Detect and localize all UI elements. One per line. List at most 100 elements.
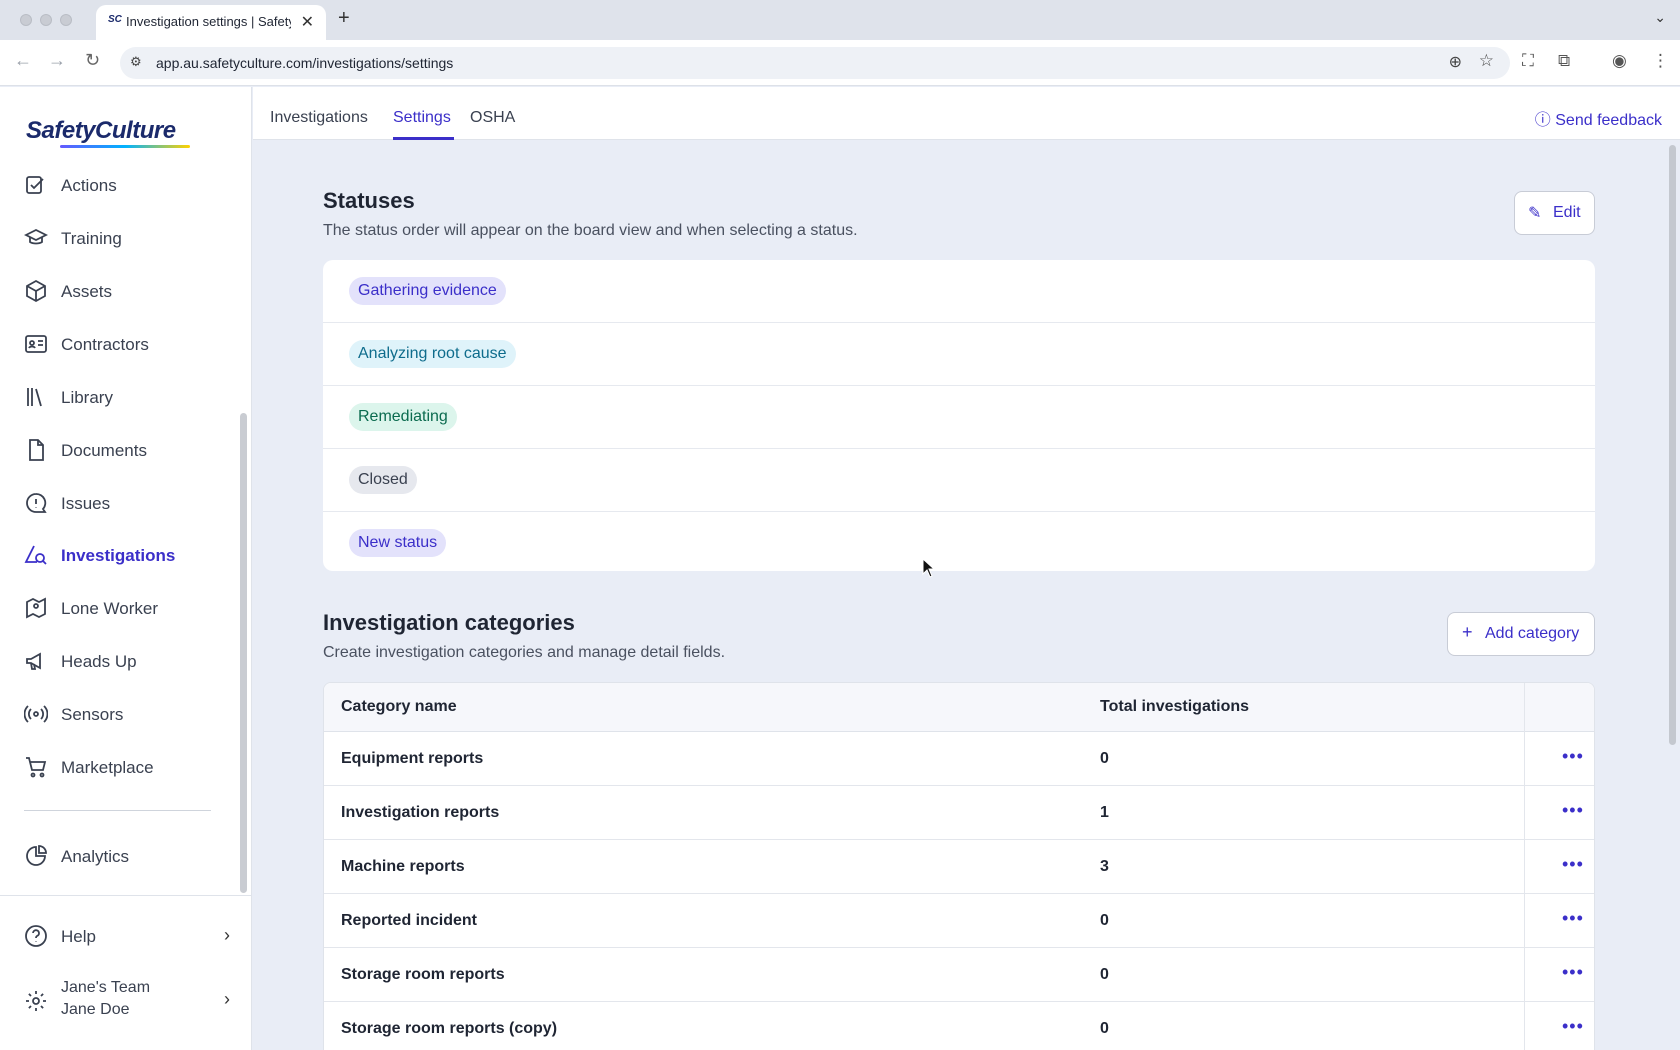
table-row[interactable]: Storage room reports 0 ••• <box>324 948 1594 1002</box>
sidebar-item-label: Lone Worker <box>61 599 159 618</box>
edit-statuses-button[interactable]: ✎ Edit <box>1514 191 1595 235</box>
more-horizontal-icon[interactable]: ••• <box>1562 962 1584 983</box>
sidebar-item-investigations[interactable]: Investigations <box>0 533 238 577</box>
browser-toolbar: ← → ↻ ⚙ app.au.safetyculture.com/investi… <box>0 40 1680 86</box>
id-card-icon <box>25 335 47 353</box>
sidebar-item-label: Assets <box>61 282 113 301</box>
browser-menu-icon[interactable]: ⋮ <box>1652 51 1669 71</box>
status-pill: Closed <box>349 466 417 494</box>
team-name: Jane's Team <box>61 979 151 996</box>
more-horizontal-icon[interactable]: ••• <box>1562 854 1584 875</box>
category-name: Reported incident <box>341 912 478 929</box>
browser-tab-title: Investigation settings | Safety <box>126 14 291 29</box>
add-category-label: Add category <box>1485 625 1580 642</box>
sidebar-item-label: Analytics <box>61 847 130 866</box>
sidebar-item-label: Sensors <box>61 705 124 724</box>
sidebar-item-actions[interactable]: Actions <box>0 163 238 207</box>
sidebar-item-training[interactable]: Training <box>0 216 238 260</box>
document-icon <box>29 439 44 461</box>
tab-osha[interactable]: OSHA <box>470 109 515 127</box>
send-feedback-link[interactable]: ⓘ Send feedback <box>1535 106 1662 130</box>
categories-title: Investigation categories <box>323 610 575 635</box>
status-row[interactable]: Closed <box>323 449 1595 512</box>
more-horizontal-icon[interactable]: ••• <box>1562 746 1584 767</box>
cart-icon <box>26 757 47 778</box>
column-header-category-name[interactable]: Category name <box>341 698 457 716</box>
more-horizontal-icon[interactable]: ••• <box>1562 1016 1584 1037</box>
statuses-title: Statuses <box>323 188 415 213</box>
active-tab-indicator <box>393 137 454 140</box>
help-label: Help <box>61 927 96 946</box>
window-minimize-dot[interactable] <box>40 14 52 26</box>
category-name: Investigation reports <box>341 804 500 821</box>
window-maximize-dot[interactable] <box>60 14 72 26</box>
status-row[interactable]: Analyzing root cause <box>323 323 1595 386</box>
bookmark-star-icon[interactable]: ☆ <box>1479 51 1494 71</box>
sidebar-item-account[interactable]: Jane's Team Jane Doe › <box>0 971 251 1031</box>
reload-icon[interactable]: ↻ <box>85 50 100 71</box>
back-arrow-icon[interactable]: ← <box>14 50 32 71</box>
status-row[interactable]: New status <box>323 512 1595 575</box>
add-category-button[interactable]: + Add category <box>1447 612 1595 656</box>
plus-icon: + <box>1462 622 1473 642</box>
more-horizontal-icon[interactable]: ••• <box>1562 908 1584 929</box>
forward-arrow-icon[interactable]: → <box>48 50 66 71</box>
pie-chart-icon <box>26 845 47 866</box>
main-scrollbar[interactable] <box>1669 145 1676 745</box>
table-row[interactable]: Equipment reports 0 ••• <box>324 732 1594 786</box>
sidebar-item-heads-up[interactable]: Heads Up <box>0 639 238 683</box>
sidebar-bottom-divider <box>0 895 251 896</box>
url-text[interactable]: app.au.safetyculture.com/investigations/… <box>156 55 453 71</box>
status-row[interactable]: Gathering evidence <box>323 260 1595 323</box>
sidebar-item-issues[interactable]: Issues <box>0 481 238 525</box>
sidebar: SafetyCulture Actions Training Assets Co… <box>0 87 252 1050</box>
tab-close-icon[interactable]: ✕ <box>301 12 314 32</box>
sidebar-item-library[interactable]: Library <box>0 375 238 419</box>
table-row[interactable]: Reported incident 0 ••• <box>324 894 1594 948</box>
status-pill: Gathering evidence <box>349 277 506 305</box>
zoom-icon[interactable]: ⊕ <box>1449 52 1462 72</box>
browser-tab[interactable]: SC Investigation settings | Safety ✕ <box>96 5 326 40</box>
sidebar-item-contractors[interactable]: Contractors <box>0 322 238 366</box>
sidebar-item-sensors[interactable]: Sensors <box>0 692 238 736</box>
sidebar-item-assets[interactable]: Assets <box>0 269 238 313</box>
category-total: 0 <box>1100 912 1109 929</box>
screenshot-icon[interactable]: ⛶ <box>1522 51 1534 71</box>
category-name: Machine reports <box>341 858 465 875</box>
tab-search-chevron-icon[interactable]: ⌄ <box>1654 9 1666 26</box>
window-close-dot[interactable] <box>20 14 32 26</box>
safetyculture-logo[interactable]: SafetyCulture <box>26 117 176 145</box>
new-tab-plus-icon[interactable]: + <box>338 7 350 30</box>
status-row[interactable]: Remediating <box>323 386 1595 449</box>
sidebar-item-help[interactable]: Help › <box>0 914 251 958</box>
sidebar-item-label: Marketplace <box>61 758 154 777</box>
site-settings-icon[interactable]: ⚙ <box>130 54 142 70</box>
address-bar[interactable]: ⚙ app.au.safetyculture.com/investigation… <box>120 47 1510 79</box>
tab-investigations[interactable]: Investigations <box>270 109 368 127</box>
main-content: Statuses The status order will appear on… <box>253 141 1668 1050</box>
sidebar-item-analytics[interactable]: Analytics <box>0 834 238 878</box>
table-row[interactable]: Investigation reports 1 ••• <box>324 786 1594 840</box>
tab-settings[interactable]: Settings <box>393 109 451 127</box>
books-icon <box>27 388 42 407</box>
sidebar-item-marketplace[interactable]: Marketplace <box>0 745 238 789</box>
column-separator <box>1524 683 1525 1050</box>
more-horizontal-icon[interactable]: ••• <box>1562 800 1584 821</box>
megaphone-icon <box>26 652 41 670</box>
sensor-icon <box>24 705 48 723</box>
alert-bubble-icon <box>26 493 47 513</box>
graduation-cap-icon <box>24 228 48 245</box>
table-header: Category name Total investigations <box>324 683 1594 732</box>
table-row[interactable]: Machine reports 3 ••• <box>324 840 1594 894</box>
column-header-total-investigations[interactable]: Total investigations <box>1100 698 1249 716</box>
chevron-right-icon: › <box>224 989 230 1009</box>
statuses-description: The status order will appear on the boar… <box>323 222 858 239</box>
extensions-icon[interactable]: ⧉ <box>1558 51 1570 71</box>
sidebar-item-documents[interactable]: Documents <box>0 428 238 472</box>
table-row[interactable]: Storage room reports (copy) 0 ••• <box>324 1002 1594 1050</box>
logo-swoosh <box>60 145 190 148</box>
profile-icon[interactable]: ◉ <box>1612 51 1627 71</box>
sidebar-item-label: Issues <box>61 494 111 513</box>
sidebar-scrollbar[interactable] <box>240 413 247 893</box>
sidebar-item-lone-worker[interactable]: Lone Worker <box>0 586 238 630</box>
